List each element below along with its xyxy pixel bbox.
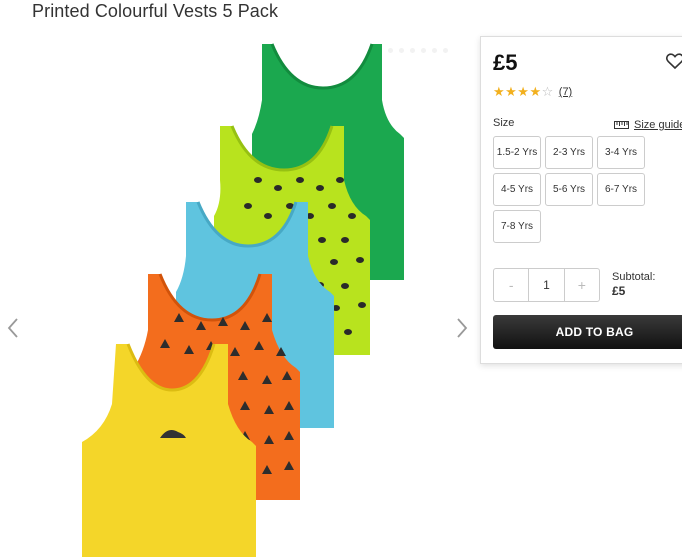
size-guide-link[interactable]: Size guide — [614, 119, 682, 131]
chevron-left-icon — [7, 318, 18, 338]
product-image-gallery — [0, 30, 478, 557]
quantity-increase-button[interactable]: + — [565, 269, 599, 301]
next-image-button[interactable] — [455, 316, 469, 340]
size-option[interactable]: 6-7 Yrs — [597, 173, 645, 206]
size-option[interactable]: 2-3 Yrs — [545, 136, 593, 169]
size-guide-label: Size guide — [634, 119, 682, 131]
wishlist-button[interactable] — [665, 51, 682, 71]
heart-icon — [665, 53, 682, 70]
rating-stars: ★★★★☆ — [493, 84, 554, 99]
size-label: Size — [493, 117, 515, 129]
size-option[interactable]: 4-5 Yrs — [493, 173, 541, 206]
prev-image-button[interactable] — [6, 316, 20, 340]
product-rating: ★★★★☆ (7) — [493, 84, 572, 100]
add-to-bag-button[interactable]: ADD TO BAG — [493, 315, 682, 349]
subtotal-label: Subtotal: — [612, 271, 656, 283]
purchase-panel: £5 ★★★★☆ (7) Size Size guide 1.5-2 Yrs 2… — [480, 36, 682, 364]
product-price: £5 — [493, 50, 518, 75]
size-option[interactable]: 1.5-2 Yrs — [493, 136, 541, 169]
product-image — [82, 43, 404, 557]
size-option[interactable]: 5-6 Yrs — [545, 173, 593, 206]
subtotal: Subtotal: £5 — [612, 270, 655, 298]
review-count-link[interactable]: (7) — [559, 86, 572, 98]
size-option[interactable]: 7-8 Yrs — [493, 210, 541, 243]
quantity-input[interactable]: 1 — [528, 269, 565, 301]
quantity-stepper: - 1 + — [493, 268, 600, 302]
ruler-icon — [614, 121, 629, 129]
subtotal-amount: £5 — [612, 284, 626, 298]
quantity-decrease-button[interactable]: - — [494, 269, 528, 301]
chevron-right-icon — [457, 318, 468, 338]
size-option[interactable]: 3-4 Yrs — [597, 136, 645, 169]
product-title: Printed Colourful Vests 5 Pack — [32, 1, 279, 21]
